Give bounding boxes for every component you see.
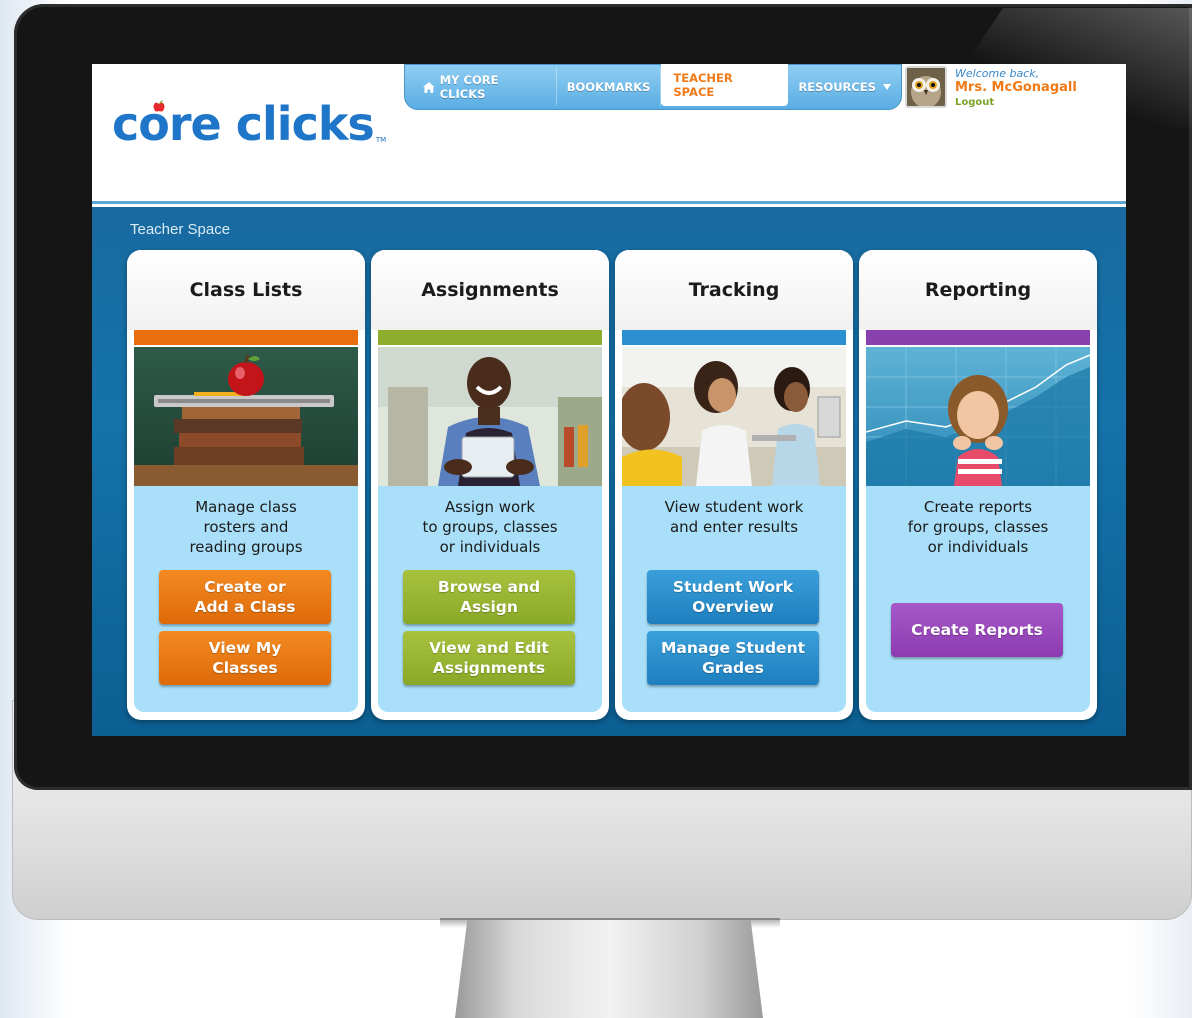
owl-icon — [907, 68, 945, 106]
card-class-lists: Class Lists Manage class rosters and rea… — [127, 250, 365, 720]
card-accent-stripe — [622, 330, 846, 345]
card-reporting: Reporting Create reports for groups, cla… — [859, 250, 1097, 720]
welcome-text: Welcome back, — [955, 67, 1040, 80]
caret-down-icon — [883, 84, 891, 90]
nav-label: TEACHER SPACE — [673, 71, 733, 99]
main-nav: MY CORE CLICKS BOOKMARKS TEACHER SPACE R… — [404, 64, 902, 110]
reporting-photo — [866, 347, 1090, 486]
apple-icon — [153, 100, 165, 112]
nav-bookmarks[interactable]: BOOKMARKS — [557, 68, 662, 106]
nav-teacher-space[interactable]: TEACHER SPACE — [661, 64, 789, 106]
card-description: View student work and enter results — [664, 498, 804, 536]
card-accent-stripe — [866, 330, 1090, 345]
card-description: Manage class rosters and reading groups — [189, 498, 303, 556]
nav-my-core-clicks[interactable]: MY CORE CLICKS — [413, 68, 557, 106]
card-accent-stripe — [378, 330, 602, 345]
teacher-space-panel: Teacher Space Class Lists Manage class r… — [92, 207, 1126, 736]
site-header: core clicks TM MY CORE CLICKS BOOKMARKS … — [92, 64, 1126, 204]
card-accent-stripe — [134, 330, 358, 345]
class-lists-photo — [134, 347, 358, 486]
card-body: Manage class rosters and reading groups … — [134, 486, 358, 712]
card-title: Tracking — [615, 250, 853, 330]
avatar[interactable] — [905, 66, 947, 108]
logout-link[interactable]: Logout — [955, 96, 1077, 109]
manage-student-grades-button[interactable]: Manage Student Grades — [647, 631, 819, 685]
nav-label: RESOURCES — [798, 80, 876, 94]
create-or-add-class-button[interactable]: Create or Add a Class — [159, 570, 331, 624]
card-body: Create reports for groups, classes or in… — [866, 486, 1090, 712]
core-clicks-logo[interactable]: core clicks TM — [112, 94, 386, 154]
nav-resources[interactable]: RESOURCES — [788, 68, 901, 106]
browse-and-assign-button[interactable]: Browse and Assign — [403, 570, 575, 624]
monitor-stand — [455, 920, 763, 1018]
card-description: Create reports for groups, classes or in… — [907, 498, 1049, 556]
card-body: Assign work to groups, classes or indivi… — [378, 486, 602, 712]
view-my-classes-button[interactable]: View My Classes — [159, 631, 331, 685]
nav-label: BOOKMARKS — [566, 80, 651, 94]
card-title: Class Lists — [127, 250, 365, 330]
create-reports-button[interactable]: Create Reports — [891, 603, 1063, 657]
breadcrumb: Teacher Space — [130, 221, 231, 238]
tracking-photo — [622, 347, 846, 486]
assignments-photo — [378, 347, 602, 486]
card-title: Assignments — [371, 250, 609, 330]
user-name: Mrs. McGonagall — [955, 80, 1077, 95]
nav-label: MY CORE CLICKS — [439, 73, 499, 101]
welcome-block: Welcome back, Mrs. McGonagall Logout — [955, 67, 1077, 109]
view-and-edit-assignments-button[interactable]: View and Edit Assignments — [403, 631, 575, 685]
card-assignments: Assignments Assign work to groups, class… — [371, 250, 609, 720]
card-body: View student work and enter results Stud… — [622, 486, 846, 712]
screen: core clicks TM MY CORE CLICKS BOOKMARKS … — [92, 64, 1126, 736]
card-title: Reporting — [859, 250, 1097, 330]
student-work-overview-button[interactable]: Student Work Overview — [647, 570, 819, 624]
card-description: Assign work to groups, classes or indivi… — [422, 498, 558, 556]
home-icon — [423, 81, 435, 93]
card-tracking: Tracking View student work and enter res… — [615, 250, 853, 720]
logo-trademark: TM — [375, 136, 387, 144]
